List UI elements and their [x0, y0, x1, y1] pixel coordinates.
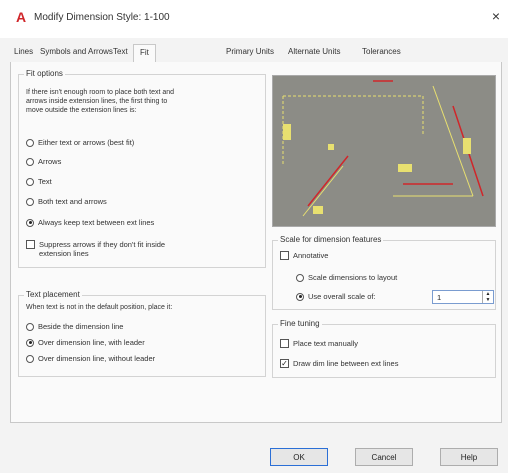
tab-alternate-units[interactable]: Alternate Units: [288, 47, 340, 56]
radio-text[interactable]: Text: [26, 177, 52, 186]
radio-over-with-leader[interactable]: Over dimension line, with leader: [26, 338, 145, 347]
radio-icon: [26, 177, 34, 186]
tab-tolerances[interactable]: Tolerances: [362, 47, 401, 56]
suppress-arrows-label-1: Suppress arrows if they don't fit inside: [39, 240, 166, 249]
radio-selected-icon: [26, 338, 34, 347]
draw-dim-line-label: Draw dim line between ext lines: [293, 359, 399, 368]
window-title: Modify Dimension Style: 1-100: [34, 12, 170, 23]
radio-always-keep-label: Always keep text between ext lines: [38, 218, 155, 227]
spinner-arrows-icon[interactable]: ▲ ▼: [482, 291, 493, 303]
overall-scale-value[interactable]: 1: [437, 293, 441, 302]
fine-tuning-title: Fine tuning: [278, 319, 322, 328]
suppress-arrows-label-2: extension lines: [39, 249, 89, 258]
radio-both-label: Both text and arrows: [38, 197, 107, 206]
radio-over-without-leader[interactable]: Over dimension line, without leader: [26, 354, 155, 363]
overall-scale-spinner[interactable]: 1 ▲ ▼: [432, 290, 494, 304]
tab-lines[interactable]: Lines: [14, 47, 33, 56]
checkbox-icon: [26, 240, 35, 249]
autocad-a-icon: A: [16, 9, 27, 25]
tab-strip: Lines Symbols and Arrows Text Fit Primar…: [10, 44, 500, 63]
radio-always-keep-text[interactable]: Always keep text between ext lines: [26, 218, 154, 227]
close-icon[interactable]: ×: [492, 8, 500, 24]
radio-text-label: Text: [38, 177, 52, 186]
fit-options-desc-2: arrows inside extension lines, the first…: [26, 98, 168, 105]
radio-both-text-and-arrows[interactable]: Both text and arrows: [26, 197, 107, 206]
radio-over-with-leader-label: Over dimension line, with leader: [38, 338, 145, 347]
checkbox-checked-icon: ✓: [280, 359, 289, 368]
scale-title: Scale for dimension features: [278, 235, 384, 244]
radio-arrows-label: Arrows: [38, 157, 62, 166]
preview-drawing: [282, 80, 484, 217]
radio-icon: [296, 273, 304, 282]
use-overall-label: Use overall scale of:: [308, 292, 376, 301]
tab-text[interactable]: Text: [113, 47, 128, 56]
suppress-arrows-checkbox[interactable]: Suppress arrows if they don't fit inside…: [26, 240, 165, 258]
radio-best-fit[interactable]: Either text or arrows (best fit): [26, 138, 134, 147]
radio-icon: [26, 157, 34, 166]
radio-icon: [26, 138, 34, 147]
ok-button[interactable]: OK: [270, 448, 328, 466]
fine-tuning-group: [272, 324, 496, 378]
radio-use-overall-scale[interactable]: Use overall scale of:: [296, 292, 376, 301]
tab-primary-units[interactable]: Primary Units: [226, 47, 274, 56]
title-bar: A Modify Dimension Style: 1-100 ×: [0, 0, 508, 38]
radio-icon: [26, 322, 34, 331]
radio-beside-dim-line[interactable]: Beside the dimension line: [26, 322, 123, 331]
fit-options-desc-3: move outside the extension lines is:: [26, 107, 137, 114]
radio-icon: [26, 354, 34, 363]
scale-to-layout-label: Scale dimensions to layout: [308, 273, 398, 282]
text-placement-desc: When text is not in the default position…: [26, 304, 173, 311]
help-button[interactable]: Help: [440, 448, 498, 466]
radio-icon: [26, 197, 34, 206]
checkbox-icon: [280, 251, 289, 260]
tab-symbols-and-arrows[interactable]: Symbols and Arrows: [40, 47, 113, 56]
radio-selected-icon: [26, 218, 34, 227]
modify-dimension-style-dialog: A Modify Dimension Style: 1-100 × Lines …: [0, 0, 508, 473]
radio-scale-to-layout[interactable]: Scale dimensions to layout: [296, 273, 397, 282]
annotative-checkbox[interactable]: Annotative: [280, 251, 328, 260]
tab-fit[interactable]: Fit: [133, 44, 156, 62]
annotative-label: Annotative: [293, 251, 329, 260]
cancel-button[interactable]: Cancel: [355, 448, 413, 466]
draw-dim-line-checkbox[interactable]: ✓ Draw dim line between ext lines: [280, 359, 398, 368]
text-placement-title: Text placement: [24, 290, 82, 299]
dimension-preview: [272, 75, 496, 227]
fit-options-desc-1: If there isn't enough room to place both…: [26, 89, 175, 96]
place-manually-label: Place text manually: [293, 339, 359, 348]
radio-beside-label: Beside the dimension line: [38, 322, 124, 331]
checkbox-icon: [280, 339, 289, 348]
radio-selected-icon: [296, 292, 304, 301]
radio-best-fit-label: Either text or arrows (best fit): [38, 138, 135, 147]
radio-arrows[interactable]: Arrows: [26, 157, 61, 166]
radio-over-without-leader-label: Over dimension line, without leader: [38, 354, 156, 363]
fit-options-title: Fit options: [24, 69, 65, 78]
place-text-manually-checkbox[interactable]: Place text manually: [280, 339, 358, 348]
